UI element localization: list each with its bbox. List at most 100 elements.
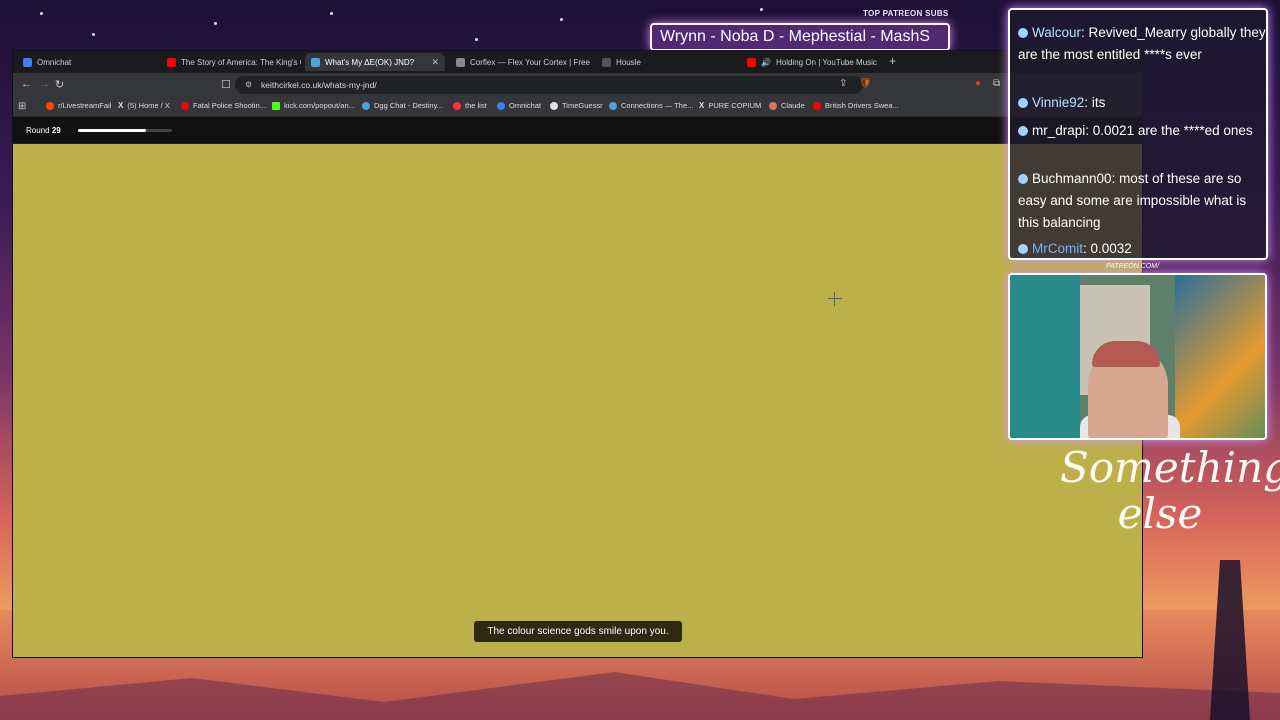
bookmark-item[interactable]: kick.com/popout/an... <box>272 101 355 110</box>
forward-arrow-icon[interactable]: → <box>39 78 50 90</box>
bookmark-label: TimeGuessr <box>562 101 603 110</box>
tab-label: Housle <box>616 57 641 67</box>
extension-icon[interactable]: ● <box>975 78 981 89</box>
dgg-icon <box>362 101 370 110</box>
webcam-mural <box>1175 275 1265 438</box>
kick-icon <box>272 101 280 110</box>
browser-toolbar: ← → ↻ ☐ ⚙ keithcirkel.co.uk/whats-my-jnd… <box>13 73 1142 97</box>
bookmark-item[interactable]: X (5) Home / X <box>118 101 170 110</box>
bookmark-icon[interactable]: ☐ <box>221 78 231 91</box>
reddit-icon <box>46 101 54 110</box>
bookmark-item[interactable]: Dgg Chat - Destiny... <box>362 101 443 110</box>
bookmark-label: r/LivestreamFail <box>58 101 112 110</box>
color-test-canvas[interactable]: The colour science gods smile upon you. <box>13 144 1142 657</box>
bookmark-label: the list <box>465 101 487 110</box>
bookmark-label: kick.com/popout/an... <box>284 101 355 110</box>
chat-username: Buchmann00 <box>1032 171 1112 186</box>
bookmark-item[interactable]: Fatal Police Shootin... <box>181 101 266 110</box>
tab-strip: Omnichat The Story of America: The King'… <box>13 51 1142 73</box>
game-header: Round 29 <box>13 117 1142 143</box>
reload-icon[interactable]: ↻ <box>55 78 64 91</box>
apps-grid-icon[interactable]: ⊞ <box>18 101 26 112</box>
address-bar[interactable]: ⚙ keithcirkel.co.uk/whats-my-jnd/ <box>235 76 863 94</box>
bookmark-item[interactable]: British Drivers Swea... <box>813 101 899 110</box>
webcam-feed <box>1008 273 1267 440</box>
tab-label: The Story of America: The King's Call <box>181 57 301 67</box>
tab-story-of-america[interactable]: The Story of America: The King's Call <box>161 53 301 71</box>
bookmarks-bar: ⊞ r/LivestreamFail X (5) Home / X Fatal P… <box>13 97 1142 117</box>
bookmark-label: PURE COPIUM <box>708 101 762 110</box>
youtube-icon <box>181 101 189 110</box>
tab-label: Holding On | YouTube Music <box>775 57 877 67</box>
round-progress-fill <box>78 129 146 132</box>
bookmark-label: Fatal Police Shootin... <box>193 101 266 110</box>
background-star <box>40 12 43 15</box>
tab-label: Corflex — Flex Your Cortex | Free Bra <box>470 57 590 67</box>
youtube-favicon-icon <box>167 57 176 67</box>
youtube-music-favicon-icon <box>747 57 756 67</box>
back-arrow-icon[interactable]: ← <box>21 78 32 90</box>
youtube-icon <box>813 101 821 110</box>
top-patreon-subs-title: TOP PATREON SUBS <box>863 9 949 18</box>
round-progress-bar <box>78 129 172 132</box>
claude-icon <box>769 101 777 110</box>
background-star <box>760 8 763 11</box>
tab-housle[interactable]: Housle <box>596 53 736 71</box>
list-icon <box>453 101 461 110</box>
chat-platform-icon <box>1018 126 1028 136</box>
corflex-favicon-icon <box>456 57 465 67</box>
crosshair-cursor-icon <box>828 292 842 306</box>
result-toast: The colour science gods smile upon you. <box>474 621 682 642</box>
background-star <box>475 38 478 41</box>
chat-message: MrComit: 0.0032 <box>1018 238 1266 258</box>
site-favicon-icon <box>311 57 320 67</box>
background-star <box>92 33 95 36</box>
bookmark-label: Dgg Chat - Destiny... <box>374 101 444 110</box>
bookmark-label: British Drivers Swea... <box>825 101 899 110</box>
url-text: keithcirkel.co.uk/whats-my-jnd/ <box>261 80 377 90</box>
channel-logo: Something else <box>1060 443 1280 538</box>
bookmark-label: Connections — The... <box>621 101 694 110</box>
tab-whats-my-jnd[interactable]: What's My ΔE(OK) JND? ✕ <box>305 53 445 71</box>
puzzle-icon[interactable]: ⧉ <box>993 78 1000 89</box>
timeguessr-icon <box>550 101 558 110</box>
top-patreon-subs-ticker: Wrynn - Noba D - Mephestial - MashS <box>650 23 950 51</box>
bookmark-item[interactable]: Claude <box>769 101 805 110</box>
share-icon[interactable]: ⇪ <box>839 78 847 89</box>
bookmark-item[interactable]: r/LivestreamFail <box>46 101 111 110</box>
tab-corflex[interactable]: Corflex — Flex Your Cortex | Free Bra <box>450 53 590 71</box>
site-info-icon[interactable]: ⚙ <box>245 80 252 89</box>
round-label: Round <box>26 126 50 135</box>
chat-username: mr_drapi <box>1032 123 1086 138</box>
chat-text: : its <box>1084 95 1106 110</box>
bookmark-label: (5) Home / X <box>127 101 170 110</box>
chat-message: Walcour: Revived_Mearry globally they ar… <box>1018 22 1266 66</box>
bookmark-item[interactable]: X PURE COPIUM <box>699 101 761 110</box>
omnichat-icon <box>497 101 505 110</box>
tab-omnichat[interactable]: Omnichat <box>17 53 157 71</box>
chat-message: Buchmann00: most of these are so easy an… <box>1018 168 1266 234</box>
tab-label: Omnichat <box>37 57 72 67</box>
background-star <box>560 18 563 21</box>
webcam-wall <box>1010 275 1080 438</box>
webcam-streamer-cap <box>1092 341 1160 367</box>
bookmark-item[interactable]: Omnichat <box>497 101 541 110</box>
tab-youtube-music[interactable]: 🔊 Holding On | YouTube Music <box>741 53 881 71</box>
omnichat-favicon-icon <box>23 57 32 67</box>
background-star <box>214 22 217 25</box>
brave-shield-icon[interactable]: 🛡 <box>859 78 872 89</box>
chat-platform-icon <box>1018 174 1028 184</box>
tab-label: What's My ΔE(OK) JND? <box>325 57 415 67</box>
round-indicator: Round 29 <box>26 126 61 135</box>
chat-username: Walcour <box>1032 25 1082 40</box>
bookmark-item[interactable]: TimeGuessr <box>550 101 603 110</box>
background-star <box>330 12 333 15</box>
new-tab-plus-icon[interactable]: + <box>889 54 896 68</box>
tab-close-icon[interactable]: ✕ <box>431 57 439 68</box>
bookmark-item[interactable]: Connections — The... <box>609 101 693 110</box>
connections-icon <box>609 101 617 110</box>
bookmark-item[interactable]: the list <box>453 101 487 110</box>
housle-favicon-icon <box>602 57 611 67</box>
chat-message: mr_drapi: 0.0021 are the ****ed ones <box>1018 120 1266 142</box>
speaker-icon: 🔊 <box>761 57 771 67</box>
